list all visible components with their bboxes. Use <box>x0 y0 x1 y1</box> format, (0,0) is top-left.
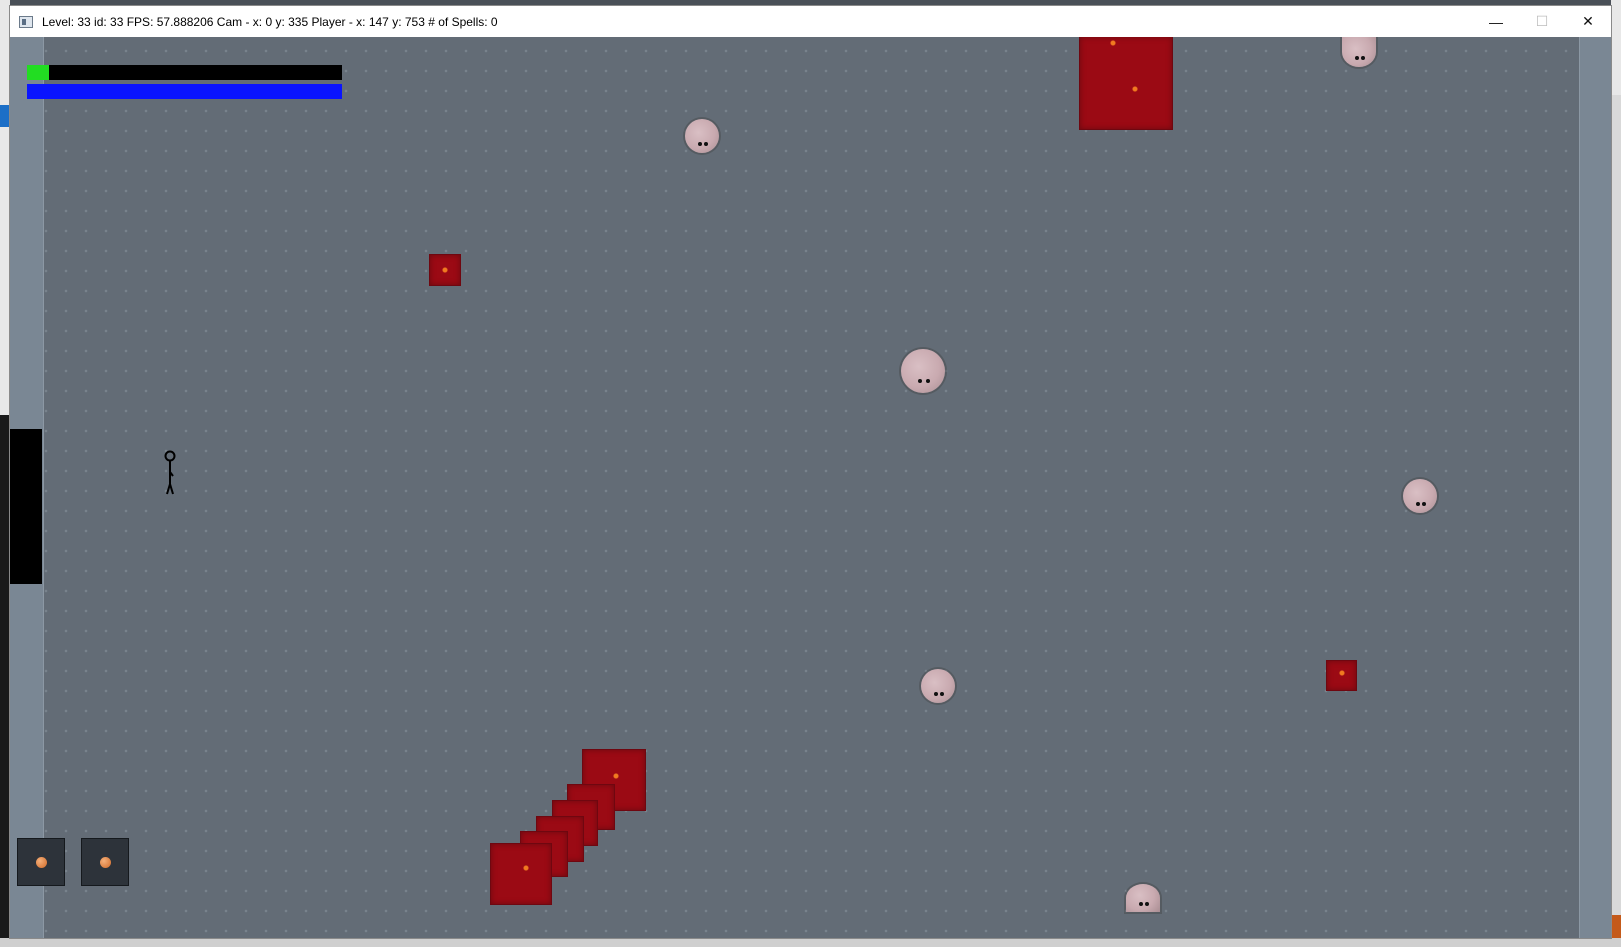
orange-orb-icon <box>100 857 111 868</box>
ember-icon <box>440 266 450 274</box>
minimize-button[interactable]: — <box>1473 6 1519 37</box>
player-stick-figure <box>164 450 176 495</box>
maximize-button[interactable]: ☐ <box>1519 6 1565 37</box>
blood-pool <box>1327 661 1356 690</box>
blood-pool <box>430 255 460 285</box>
mana-bar <box>27 84 342 99</box>
ember-icon <box>1108 39 1118 47</box>
black-doorway <box>10 429 42 584</box>
close-icon: ✕ <box>1582 13 1594 29</box>
desktop-strip <box>1611 95 1621 915</box>
title-bar[interactable]: Level: 33 id: 33 FPS: 57.888206 Cam - x:… <box>10 6 1611 37</box>
mana-bar-fill <box>27 84 342 99</box>
spore-enemy <box>685 119 719 153</box>
spore-enemy <box>901 349 945 393</box>
ember-icon <box>521 864 531 872</box>
ember-icon <box>1130 85 1140 93</box>
spore-enemy <box>921 669 955 703</box>
blood-pool <box>1080 37 1172 129</box>
game-canvas[interactable] <box>10 37 1611 938</box>
spore-enemy <box>1403 479 1437 513</box>
desktop-right-edge <box>1611 0 1621 947</box>
spore-enemy <box>1342 37 1376 67</box>
blood-pool <box>491 844 551 904</box>
window-title: Level: 33 id: 33 FPS: 57.888206 Cam - x:… <box>42 14 498 29</box>
maximize-icon: ☐ <box>1535 13 1549 29</box>
health-bar-fill <box>27 65 50 80</box>
spore-enemy <box>1126 884 1160 912</box>
desktop-dark-fragment <box>0 415 10 947</box>
close-button[interactable]: ✕ <box>1565 6 1611 37</box>
game-window: Level: 33 id: 33 FPS: 57.888206 Cam - x:… <box>10 6 1611 938</box>
inventory-slot-2[interactable] <box>81 838 129 886</box>
health-bar <box>27 65 342 80</box>
desktop-bottom-edge <box>0 938 1621 947</box>
orange-orb-icon <box>36 857 47 868</box>
ember-icon <box>1337 669 1347 677</box>
app-icon <box>19 15 33 28</box>
right-wall <box>1579 37 1611 938</box>
desktop-left-edge <box>0 0 10 947</box>
ember-icon <box>611 772 621 780</box>
desktop-blue-fragment <box>0 105 10 127</box>
minimize-icon: — <box>1489 13 1503 30</box>
inventory-slot-1[interactable] <box>17 838 65 886</box>
